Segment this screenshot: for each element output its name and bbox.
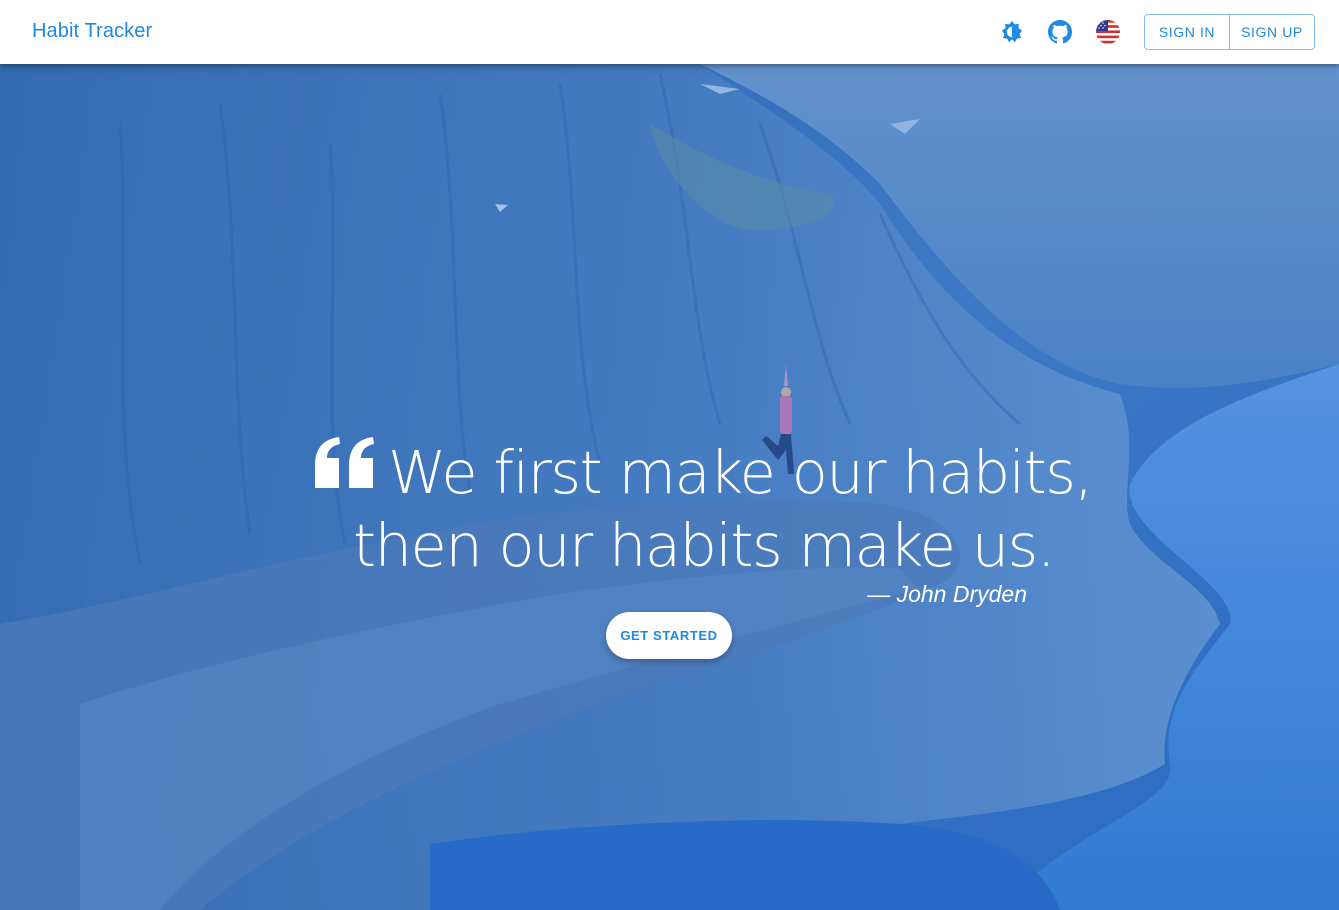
sign-in-button[interactable]: SIGN IN <box>1145 15 1229 49</box>
github-link-button[interactable] <box>1044 16 1076 48</box>
quote-line-1: We first make our habits, <box>388 438 1093 507</box>
sign-up-button[interactable]: SIGN UP <box>1229 15 1314 49</box>
app-title[interactable]: Habit Tracker <box>32 20 152 43</box>
hero-section: We first make our habits, then our habit… <box>0 64 1339 910</box>
quote-line-2: then our habits make us. <box>353 511 1056 580</box>
get-started-button[interactable]: GET STARTED <box>606 612 732 659</box>
language-button[interactable] <box>1092 16 1124 48</box>
app-bar: Habit Tracker SIGN IN SIGN UP <box>0 0 1339 64</box>
github-icon <box>1048 20 1072 44</box>
us-flag-icon <box>1096 20 1120 44</box>
theme-toggle-button[interactable] <box>996 16 1028 48</box>
quote-block: We first make our habits, then our habit… <box>0 64 1339 910</box>
format-quote-icon <box>315 437 374 488</box>
quote-author: — John Dryden <box>867 581 1027 607</box>
auth-button-group: SIGN IN SIGN UP <box>1144 14 1315 50</box>
brightness-icon <box>1002 21 1022 43</box>
